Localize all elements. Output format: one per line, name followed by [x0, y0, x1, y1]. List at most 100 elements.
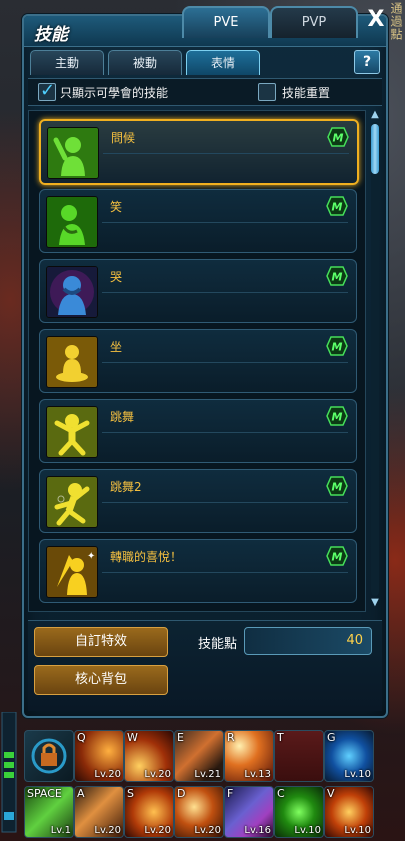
- divider: [102, 572, 348, 573]
- skill-level: Lv.16: [244, 825, 271, 836]
- show-learnable-checkbox[interactable]: ✓: [38, 80, 56, 101]
- show-learnable-label: 只顯示可學會的技能: [60, 86, 169, 100]
- core-bag-button[interactable]: 核心背包: [34, 665, 168, 695]
- list-item-skill[interactable]: 笑 M: [39, 189, 357, 253]
- skill-level: Lv.10: [344, 769, 371, 780]
- list-item-skill[interactable]: 跳舞2 M: [39, 469, 357, 533]
- m-badge-icon: M: [326, 196, 348, 216]
- tab-emotes[interactable]: 表情: [186, 50, 260, 75]
- divider: [102, 502, 348, 503]
- scroll-track[interactable]: [371, 122, 379, 596]
- hotkey-label: F: [227, 787, 234, 800]
- scroll-up-arrow-icon[interactable]: ▲: [369, 110, 381, 120]
- lock-icon: [31, 738, 67, 774]
- list-item-skill[interactable]: 跳舞 M: [39, 399, 357, 463]
- skill-level: Lv.20: [94, 825, 121, 836]
- tab-passive-skills[interactable]: 被動: [108, 50, 182, 75]
- scroll-down-arrow-icon[interactable]: ▼: [369, 598, 381, 608]
- skill-level: Lv.21: [194, 769, 221, 780]
- skill-name: 問候: [111, 131, 136, 145]
- hotkey-label: A: [77, 787, 85, 800]
- skill-name: 轉職的喜悅！: [110, 550, 183, 564]
- svg-text:M: M: [333, 132, 344, 145]
- reset-skills-label: 技能重置: [282, 86, 331, 100]
- hotkey-slot-space[interactable]: SPACE Lv.1: [24, 786, 74, 838]
- wave-emote-icon: [47, 127, 99, 179]
- skill-level: Lv.10: [294, 825, 321, 836]
- hotkey-slot-q[interactable]: Q Lv.20: [74, 730, 124, 782]
- m-badge-icon: M: [326, 266, 348, 286]
- list-item-skill[interactable]: ✦ 轉職的喜悅！ M: [39, 539, 357, 603]
- list-item-skill[interactable]: 坐 M: [39, 329, 357, 393]
- tab-active-skills[interactable]: 主動: [30, 50, 104, 75]
- svg-text:M: M: [332, 271, 343, 284]
- svg-text:M: M: [332, 411, 343, 424]
- hotkey-slot-g[interactable]: G Lv.10: [324, 730, 374, 782]
- divider: [102, 222, 348, 223]
- skill-name: 笑: [110, 200, 123, 214]
- m-badge-icon: M: [326, 336, 348, 356]
- divider: [103, 153, 349, 154]
- m-badge-icon: M: [327, 127, 349, 147]
- checkmark-icon: ✓: [40, 80, 56, 101]
- hotkey-slot-a[interactable]: A Lv.20: [74, 786, 124, 838]
- hotkey-slot-c[interactable]: C Lv.10: [274, 786, 324, 838]
- laugh-emote-icon: [46, 196, 98, 248]
- skill-hotbar: Q Lv.20 W Lv.20 E Lv.21 R Lv.13 T G Lv.1…: [22, 726, 402, 841]
- m-badge-icon: M: [326, 406, 348, 426]
- skill-points-label: 技能點: [198, 637, 238, 652]
- hotkey-slot-f[interactable]: F Lv.16: [224, 786, 274, 838]
- custom-effects-button[interactable]: 自訂特效: [34, 627, 168, 657]
- hotkey-label: E: [177, 731, 184, 744]
- joy-emote-icon: ✦: [46, 546, 98, 598]
- divider: [102, 362, 348, 363]
- skill-points-value: 40: [346, 633, 363, 648]
- divider: [102, 292, 348, 293]
- dance2-emote-icon: [46, 476, 98, 528]
- skill-window: 技能 PVE PVP X 主動 被動 表情 ? ✓ 只顯示可學會的技能 技能重置…: [22, 6, 388, 718]
- hotkey-slot-w[interactable]: W Lv.20: [124, 730, 174, 782]
- hotkey-label: T: [277, 731, 284, 744]
- scroll-thumb[interactable]: [371, 124, 379, 174]
- sit-emote-icon: [46, 336, 98, 388]
- skill-level: Lv.20: [144, 825, 171, 836]
- hotkey-label: G: [327, 731, 336, 744]
- close-button[interactable]: X: [362, 6, 390, 34]
- svg-text:✦: ✦: [87, 551, 95, 562]
- skill-name: 坐: [110, 340, 123, 354]
- svg-text:M: M: [332, 551, 343, 564]
- m-badge-icon: M: [326, 476, 348, 496]
- hotkey-slot-t[interactable]: T: [274, 730, 324, 782]
- skill-level: Lv.1: [50, 825, 71, 836]
- hotkey-label: V: [327, 787, 335, 800]
- hotkey-label: S: [127, 787, 134, 800]
- list-item-skill[interactable]: 哭 M: [39, 259, 357, 323]
- skill-name: 跳舞: [110, 410, 135, 424]
- skill-level: Lv.20: [194, 825, 221, 836]
- bottom-area: 自訂特效 核心背包 技能點 40: [28, 620, 382, 711]
- skill-name: 哭: [110, 270, 123, 284]
- hotkey-slot-e[interactable]: E Lv.21: [174, 730, 224, 782]
- list-item-skill[interactable]: 問候 M: [39, 119, 359, 185]
- hotkey-label: D: [177, 787, 186, 800]
- skill-list-scrollbar[interactable]: ▲ ▼: [369, 110, 381, 610]
- skill-level: Lv.20: [144, 769, 171, 780]
- hotkey-label: SPACE: [27, 787, 62, 800]
- hotkey-slot-s[interactable]: S Lv.20: [124, 786, 174, 838]
- tab-pvp[interactable]: PVP: [270, 6, 358, 38]
- skill-level: Lv.10: [344, 825, 371, 836]
- hotkey-slot-v[interactable]: V Lv.10: [324, 786, 374, 838]
- tab-pve[interactable]: PVE: [182, 6, 270, 38]
- cry-emote-icon: [46, 266, 98, 318]
- reset-skills-checkbox[interactable]: [258, 83, 276, 101]
- hotkey-slot-d[interactable]: D Lv.20: [174, 786, 224, 838]
- help-button[interactable]: ?: [354, 50, 380, 74]
- side-status-bars: [1, 712, 17, 833]
- skill-name: 跳舞2: [110, 480, 142, 494]
- m-badge-icon: M: [326, 546, 348, 566]
- skill-list[interactable]: 問候 M 笑 M 哭 M 坐 M 跳舞 M 跳舞2 M ✦ 轉職的喜悅！ M: [28, 110, 366, 612]
- hotkey-slot-lock[interactable]: [24, 730, 74, 782]
- hotkey-slot-r[interactable]: R Lv.13: [224, 730, 274, 782]
- svg-text:M: M: [332, 341, 343, 354]
- hotkey-label: W: [127, 731, 138, 744]
